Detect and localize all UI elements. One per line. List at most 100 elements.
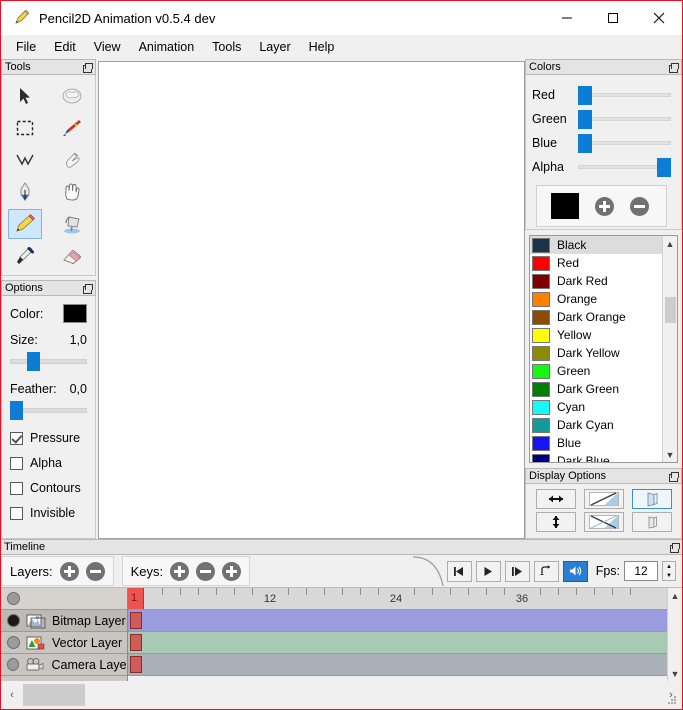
layer-row-bitmap[interactable]: Bitmap Layer bbox=[1, 610, 127, 632]
visibility-toggle-icon[interactable] bbox=[7, 614, 20, 627]
palette-item[interactable]: Blue bbox=[530, 434, 662, 452]
pen-tool[interactable] bbox=[8, 177, 42, 207]
flip-horizontal-button[interactable] bbox=[535, 489, 576, 509]
layer-row-camera[interactable]: Camera Layer bbox=[1, 654, 127, 676]
blue-slider[interactable] bbox=[578, 131, 671, 155]
minimize-button[interactable] bbox=[544, 1, 590, 35]
fps-step-up[interactable]: ▲ bbox=[663, 562, 675, 571]
alpha-slider[interactable] bbox=[578, 155, 671, 179]
alpha-checkbox-row[interactable]: Alpha bbox=[10, 456, 87, 470]
menu-help[interactable]: Help bbox=[300, 37, 344, 57]
eraser-tool[interactable] bbox=[55, 241, 89, 271]
float-icon[interactable] bbox=[667, 471, 679, 482]
layer-row-vector[interactable]: Vector Layer bbox=[1, 632, 127, 654]
remove-layer-button[interactable] bbox=[85, 561, 105, 581]
size-slider[interactable] bbox=[10, 350, 87, 372]
palette-item[interactable]: Dark Green bbox=[530, 380, 662, 398]
timeline-tracks[interactable]: 12 24 36 1 bbox=[128, 588, 667, 681]
add-key-button[interactable] bbox=[170, 561, 190, 581]
scroll-down-icon[interactable]: ▼ bbox=[663, 447, 678, 462]
select-tool[interactable] bbox=[8, 81, 42, 111]
play-button[interactable] bbox=[475, 560, 501, 582]
scroll-down-icon[interactable]: ▼ bbox=[668, 666, 683, 681]
palette-item[interactable]: Dark Orange bbox=[530, 308, 662, 326]
scroll-up-icon[interactable]: ▲ bbox=[663, 236, 678, 251]
green-slider[interactable] bbox=[578, 107, 671, 131]
pressure-checkbox[interactable] bbox=[10, 431, 23, 445]
invisible-checkbox-row[interactable]: Invisible bbox=[10, 506, 87, 520]
scroll-left-icon[interactable]: ‹ bbox=[1, 689, 23, 701]
pencil-tool[interactable] bbox=[8, 209, 43, 239]
red-slider-thumb[interactable] bbox=[578, 86, 592, 105]
hand-tool[interactable] bbox=[55, 177, 89, 207]
palette-list[interactable]: Black Red Dark Red Orange Dark Orange Ye… bbox=[530, 236, 662, 462]
marquee-tool[interactable] bbox=[8, 113, 42, 143]
palette-item[interactable]: Dark Red bbox=[530, 272, 662, 290]
alpha-slider-thumb[interactable] bbox=[657, 158, 671, 177]
menu-layer[interactable]: Layer bbox=[250, 37, 299, 57]
palette-item[interactable]: Orange bbox=[530, 290, 662, 308]
palette-item[interactable]: Dark Blue bbox=[530, 452, 662, 462]
sound-button[interactable] bbox=[562, 560, 588, 582]
add-color-button[interactable] bbox=[595, 196, 614, 216]
next-frame-button[interactable] bbox=[504, 560, 530, 582]
fps-step-down[interactable]: ▼ bbox=[663, 571, 675, 580]
brush-tool[interactable] bbox=[55, 113, 89, 143]
contours-checkbox-row[interactable]: Contours bbox=[10, 481, 87, 495]
resize-grip[interactable] bbox=[668, 696, 678, 706]
polyline-tool[interactable] bbox=[8, 145, 42, 175]
perspective-2-button[interactable] bbox=[631, 512, 672, 532]
timeline-vertical-scrollbar[interactable]: ▲ ▼ bbox=[667, 588, 682, 681]
green-slider-thumb[interactable] bbox=[578, 110, 592, 129]
feather-slider[interactable] bbox=[10, 399, 87, 421]
timeline-horizontal-scrollbar[interactable]: ‹ › bbox=[1, 681, 682, 709]
track-row-vector[interactable] bbox=[128, 632, 667, 654]
menu-view[interactable]: View bbox=[85, 37, 130, 57]
flip-vertical-button[interactable] bbox=[535, 512, 576, 532]
add-layer-button[interactable] bbox=[59, 561, 79, 581]
keyframe-marker[interactable] bbox=[130, 612, 142, 629]
fps-stepper[interactable]: ▲ ▼ bbox=[662, 561, 676, 581]
timeline-ruler[interactable]: 12 24 36 1 bbox=[128, 588, 667, 610]
remove-color-button[interactable] bbox=[630, 196, 649, 216]
hscroll-thumb[interactable] bbox=[23, 684, 85, 706]
palette-item[interactable]: Red bbox=[530, 254, 662, 272]
palette-scroll-thumb[interactable] bbox=[664, 297, 676, 323]
perspective-1-button[interactable] bbox=[631, 489, 672, 509]
eyedropper-tool[interactable] bbox=[8, 241, 42, 271]
menu-file[interactable]: File bbox=[7, 37, 45, 57]
palette-scrollbar[interactable]: ▲ ▼ bbox=[662, 236, 677, 462]
visibility-toggle-all-icon[interactable] bbox=[7, 592, 20, 605]
maximize-button[interactable] bbox=[590, 1, 636, 35]
drawing-canvas[interactable] bbox=[98, 61, 525, 539]
float-icon[interactable] bbox=[667, 62, 679, 73]
visibility-toggle-icon[interactable] bbox=[7, 636, 20, 649]
close-button[interactable] bbox=[636, 1, 682, 35]
current-color-swatch[interactable] bbox=[551, 193, 579, 219]
palette-item[interactable]: Cyan bbox=[530, 398, 662, 416]
red-slider[interactable] bbox=[578, 83, 671, 107]
contours-checkbox[interactable] bbox=[10, 481, 23, 495]
palette-item[interactable]: Green bbox=[530, 362, 662, 380]
menu-tools[interactable]: Tools bbox=[203, 37, 250, 57]
scroll-up-icon[interactable]: ▲ bbox=[668, 588, 683, 603]
visibility-toggle-icon[interactable] bbox=[7, 658, 20, 671]
size-slider-thumb[interactable] bbox=[26, 352, 40, 371]
float-icon[interactable] bbox=[81, 62, 93, 73]
float-icon[interactable] bbox=[668, 542, 680, 553]
color-swatch-button[interactable] bbox=[62, 303, 88, 324]
duplicate-key-button[interactable] bbox=[222, 561, 242, 581]
bucket-tool[interactable] bbox=[55, 209, 89, 239]
track-row-camera[interactable] bbox=[128, 654, 667, 676]
blue-slider-thumb[interactable] bbox=[578, 134, 592, 153]
finger-smudge-tool[interactable] bbox=[55, 145, 89, 175]
palette-item[interactable]: Dark Yellow bbox=[530, 344, 662, 362]
fps-input[interactable]: 12 bbox=[624, 561, 658, 581]
angle-lines-cross-button[interactable] bbox=[583, 512, 624, 532]
palette-item[interactable]: Yellow bbox=[530, 326, 662, 344]
keyframe-marker[interactable] bbox=[130, 656, 142, 673]
palette-item[interactable]: Dark Cyan bbox=[530, 416, 662, 434]
keyframe-marker[interactable] bbox=[130, 634, 142, 651]
smudge-tool[interactable] bbox=[55, 81, 89, 111]
loop-button[interactable] bbox=[533, 560, 559, 582]
